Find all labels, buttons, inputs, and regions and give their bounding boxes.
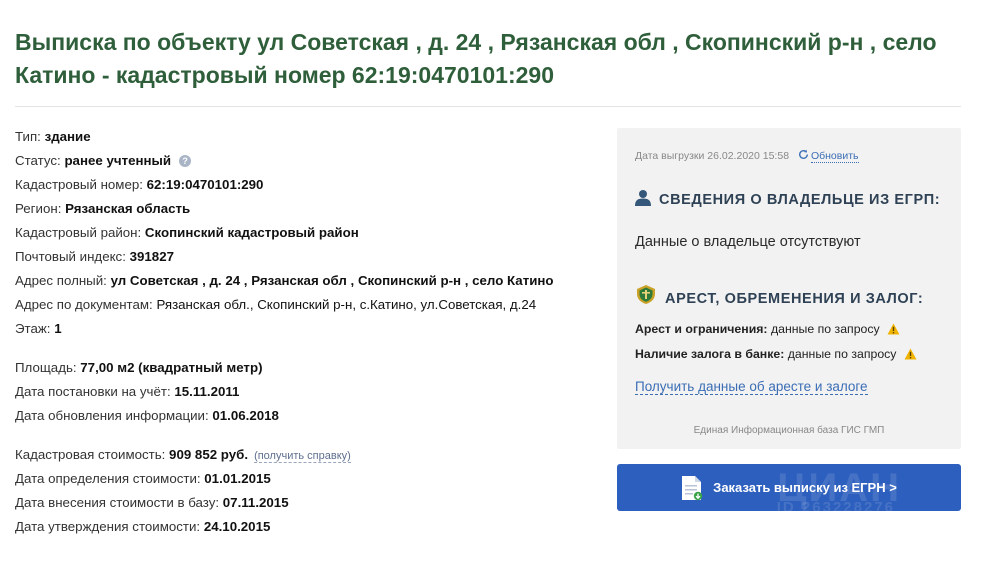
fact-registered: Дата постановки на учёт: 15.11.2011 bbox=[15, 380, 605, 404]
fact-label: Тип: bbox=[15, 129, 41, 144]
title-divider bbox=[15, 106, 961, 107]
fact-cost-determined: Дата определения стоимости: 01.01.2015 bbox=[15, 467, 605, 491]
fact-district: Кадастровый район: Скопинский кадастровы… bbox=[15, 221, 605, 245]
fact-label: Адрес полный: bbox=[15, 273, 107, 288]
fact-label: Дата определения стоимости: bbox=[15, 471, 201, 486]
fact-address-full: Адрес полный: ул Советская , д. 24 , Ряз… bbox=[15, 269, 605, 293]
fact-value: 62:19:0470101:290 bbox=[146, 177, 264, 192]
pledge-value: данные по запросу bbox=[787, 347, 897, 361]
arrest-data-link[interactable]: Получить данные об аресте и залоге bbox=[635, 379, 868, 395]
owner-text: Данные о владельце отсутствуют bbox=[635, 234, 861, 250]
fact-address-docs: Адрес по документам: Рязанская обл., Ско… bbox=[15, 293, 605, 317]
fact-type: Тип: здание bbox=[15, 125, 605, 149]
fact-cost-approved: Дата утверждения стоимости: 24.10.2015 bbox=[15, 515, 605, 539]
fact-value: ул Советская , д. 24 , Рязанская обл , С… bbox=[110, 273, 554, 288]
fact-label: Дата внесения стоимости в базу: bbox=[15, 495, 220, 510]
owner-heading-text: СВЕДЕНИЯ О ВЛАДЕЛЬЦЕ ИЗ ЕГРП: bbox=[659, 192, 941, 208]
fact-label: Кадастровый номер: bbox=[15, 177, 143, 192]
export-meta: Дата выгрузки 26.02.2020 15:58 Обновить bbox=[635, 149, 859, 163]
fact-value: 909 852 руб. bbox=[169, 447, 249, 462]
fact-value: 07.11.2015 bbox=[222, 495, 289, 510]
refresh-link[interactable]: Обновить bbox=[810, 150, 859, 163]
fact-value: ранее учтенный bbox=[64, 153, 172, 168]
fact-updated: Дата обновления информации: 01.06.2018 bbox=[15, 404, 605, 428]
fact-area: Площадь: 77,00 м2 (квадратный метр) bbox=[15, 356, 605, 380]
fact-status: Статус: ранее учтенный? bbox=[15, 149, 605, 173]
order-extract-button[interactable]: ЦИАН ID 263228276 Заказать выписку из ЕГ… bbox=[617, 464, 961, 511]
fact-value: 01.06.2018 bbox=[212, 408, 279, 423]
arrest-heading-text: АРЕСТ, ОБРЕМЕНЕНИЯ И ЗАЛОГ: bbox=[665, 291, 924, 307]
arrest-heading: АРЕСТ, ОБРЕМЕНЕНИЯ И ЗАЛОГ: bbox=[635, 283, 923, 307]
arrest-value: данные по запросу bbox=[770, 322, 880, 336]
person-icon bbox=[635, 190, 651, 206]
refresh-icon bbox=[799, 149, 808, 159]
get-certificate-link[interactable]: (получить справку) bbox=[254, 450, 351, 463]
fact-cost: Кадастровая стоимость: 909 852 руб. (полу… bbox=[15, 443, 605, 467]
fact-label: Дата утверждения стоимости: bbox=[15, 519, 201, 534]
fact-label: Статус: bbox=[15, 153, 61, 168]
fact-value: 77,00 м2 (квадратный метр) bbox=[80, 360, 263, 375]
fact-label: Почтовый индекс: bbox=[15, 249, 126, 264]
owner-heading: СВЕДЕНИЯ О ВЛАДЕЛЬЦЕ ИЗ ЕГРП: bbox=[635, 189, 940, 208]
fact-label: Дата обновления информации: bbox=[15, 408, 209, 423]
fact-value: 15.11.2011 bbox=[174, 384, 240, 399]
warning-triangle-icon bbox=[887, 323, 900, 335]
fact-value: 24.10.2015 bbox=[203, 519, 271, 534]
fact-value: Скопинский кадастровый район bbox=[144, 225, 359, 240]
base-note: Единая Информационная база ГИС ГМП bbox=[693, 425, 885, 436]
fact-value: 01.01.2015 bbox=[204, 471, 271, 486]
warning-triangle-icon bbox=[904, 348, 917, 360]
refresh-control[interactable]: Обновить bbox=[798, 149, 859, 163]
fact-value: Рязанская обл., Скопинский р-н, с.Катино… bbox=[156, 297, 537, 312]
fact-label: Этаж: bbox=[15, 321, 51, 336]
export-date: Дата выгрузки 26.02.2020 15:58 bbox=[635, 150, 790, 162]
page-title: Выписка по объекту ул Советская , д. 24 … bbox=[15, 29, 937, 88]
arrest-row: Арест и ограничения: данные по запросу bbox=[635, 322, 900, 336]
fact-label: Кадастровая стоимость: bbox=[15, 447, 166, 462]
pledge-label: Наличие залога в банке: bbox=[635, 347, 785, 361]
fact-cost-entered: Дата внесения стоимости в базу: 07.11.20… bbox=[15, 491, 605, 515]
fact-label: Кадастровый район: bbox=[15, 225, 142, 240]
watermark-id: ID 263228276 bbox=[776, 499, 895, 511]
fact-value: 1 bbox=[54, 321, 62, 336]
question-circle-icon[interactable]: ? bbox=[179, 155, 192, 167]
object-facts: Тип: здание Статус: ранее учтенный? Када… bbox=[15, 125, 605, 539]
fact-label: Дата постановки на учёт: bbox=[15, 384, 171, 399]
fact-label: Адрес по документам: bbox=[15, 297, 153, 312]
fact-value: 391827 bbox=[129, 249, 174, 264]
pledge-row: Наличие залога в банке: данные по запрос… bbox=[635, 347, 917, 361]
fact-floor: Этаж: 1 bbox=[15, 317, 605, 341]
fact-label: Площадь: bbox=[15, 360, 77, 375]
fact-postal: Почтовый индекс: 391827 bbox=[15, 245, 605, 269]
document-icon bbox=[682, 475, 703, 500]
court-emblem-icon bbox=[637, 285, 655, 304]
fact-label: Регион: bbox=[15, 201, 62, 216]
fact-region: Регион: Рязанская область bbox=[15, 197, 605, 221]
fact-value: Рязанская область bbox=[65, 201, 191, 216]
arrest-label: Арест и ограничения: bbox=[635, 322, 768, 336]
order-extract-label: Заказать выписку из ЕГРН > bbox=[713, 480, 897, 495]
owner-info-panel: Дата выгрузки 26.02.2020 15:58 Обновить … bbox=[617, 128, 961, 449]
fact-cadastral-number: Кадастровый номер: 62:19:0470101:290 bbox=[15, 173, 605, 197]
fact-value: здание bbox=[44, 129, 91, 144]
